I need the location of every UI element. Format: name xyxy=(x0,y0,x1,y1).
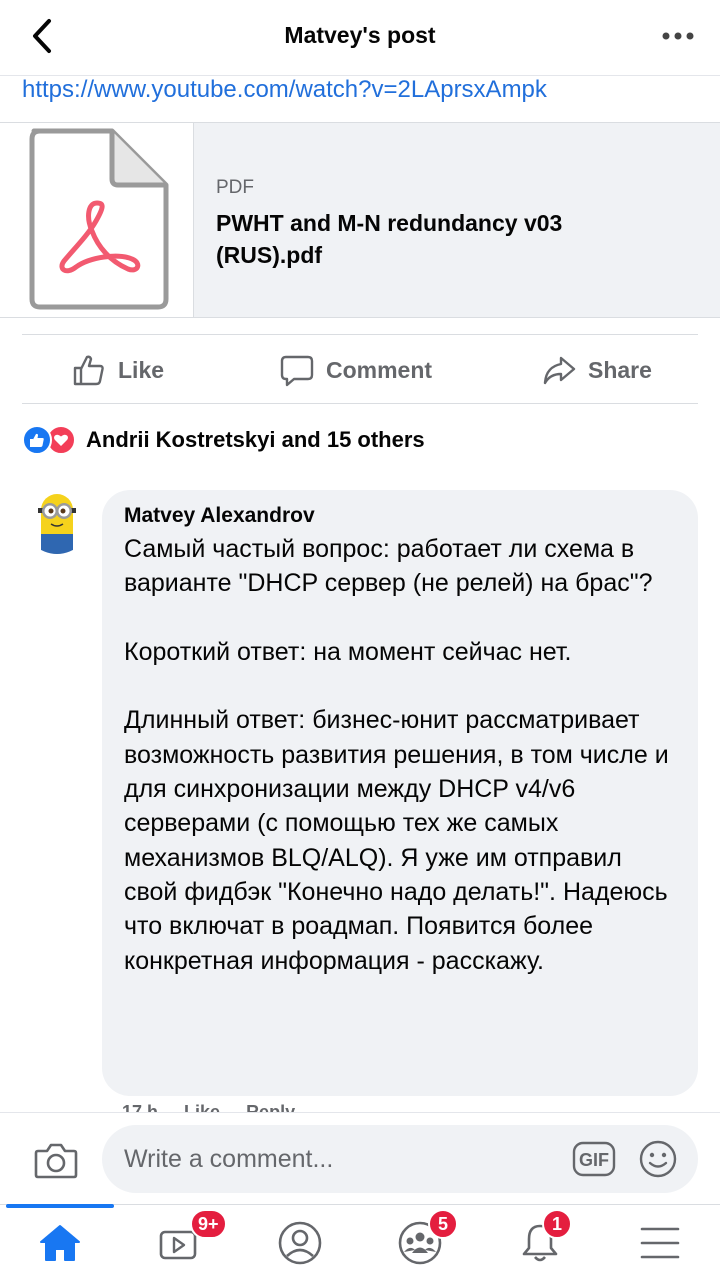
reactions-text: Andrii Kostretskyi and 15 others xyxy=(86,427,425,452)
watch-badge: 9+ xyxy=(190,1209,227,1239)
more-options-button[interactable] xyxy=(658,20,698,52)
groups-badge: 5 xyxy=(428,1209,458,1239)
minion-avatar-icon xyxy=(38,494,76,554)
tab-profile[interactable] xyxy=(240,1205,360,1280)
share-label: Share xyxy=(588,356,652,383)
gif-icon: GIF xyxy=(572,1141,616,1177)
more-dots-icon xyxy=(662,32,694,40)
svg-text:GIF: GIF xyxy=(579,1150,609,1170)
tab-home[interactable] xyxy=(0,1204,120,1280)
like-button[interactable]: Like xyxy=(72,335,164,405)
post-actions: Like Comment Share xyxy=(22,334,698,404)
profile-icon xyxy=(278,1221,322,1265)
comment-author[interactable]: Matvey Alexandrov xyxy=(124,504,676,528)
comment-button[interactable]: Comment xyxy=(280,335,432,405)
comment-label: Comment xyxy=(326,356,433,383)
comment-bubble-icon xyxy=(280,355,314,387)
share-arrow-icon xyxy=(543,356,576,385)
top-bar: Matvey's post xyxy=(0,0,720,76)
attachment-title: PWHT and M-N redundancy v03 (RUS).pdf xyxy=(216,210,563,268)
smiley-icon xyxy=(639,1140,677,1178)
like-label: Like xyxy=(118,356,165,383)
emoji-button[interactable] xyxy=(638,1139,678,1179)
menu-icon xyxy=(640,1227,680,1259)
tab-groups[interactable]: 5 xyxy=(360,1205,480,1280)
comment-composer: Write a comment... GIF xyxy=(0,1112,720,1204)
tab-watch[interactable]: 9+ xyxy=(120,1205,240,1280)
comment-text: Самый частый вопрос: работает ли схема в… xyxy=(124,535,669,975)
tab-menu[interactable] xyxy=(600,1205,720,1280)
reactions-summary[interactable]: Andrii Kostretskyi and 15 others xyxy=(22,424,425,456)
tab-notifications[interactable]: 1 xyxy=(480,1205,600,1280)
comment-bubble[interactable]: Matvey Alexandrov Самый частый вопрос: р… xyxy=(102,490,698,1096)
pdf-file-icon xyxy=(29,128,169,310)
page-title: Matvey's post xyxy=(284,22,436,48)
notifications-badge: 1 xyxy=(542,1209,572,1239)
camera-icon xyxy=(34,1143,78,1179)
camera-button[interactable] xyxy=(32,1137,80,1185)
home-icon xyxy=(40,1225,80,1261)
post-link[interactable]: https://www.youtube.com/watch?v=2LAprsxA… xyxy=(22,76,547,104)
comment-input[interactable]: Write a comment... GIF xyxy=(102,1125,698,1193)
pdf-thumbnail xyxy=(0,123,194,317)
avatar[interactable] xyxy=(24,488,90,554)
bottom-tab-bar: 9+ 5 1 xyxy=(0,1204,720,1280)
reaction-icons xyxy=(22,425,78,455)
gif-button[interactable]: GIF xyxy=(572,1141,616,1177)
comment-placeholder: Write a comment... xyxy=(124,1145,334,1173)
share-button[interactable]: Share xyxy=(542,335,652,405)
thumbs-up-icon xyxy=(73,355,104,386)
pdf-attachment[interactable]: PDF PWHT and M-N redundancy v03 (RUS).pd… xyxy=(0,122,720,318)
attachment-type: PDF xyxy=(216,177,254,198)
like-reaction-icon xyxy=(22,425,52,455)
